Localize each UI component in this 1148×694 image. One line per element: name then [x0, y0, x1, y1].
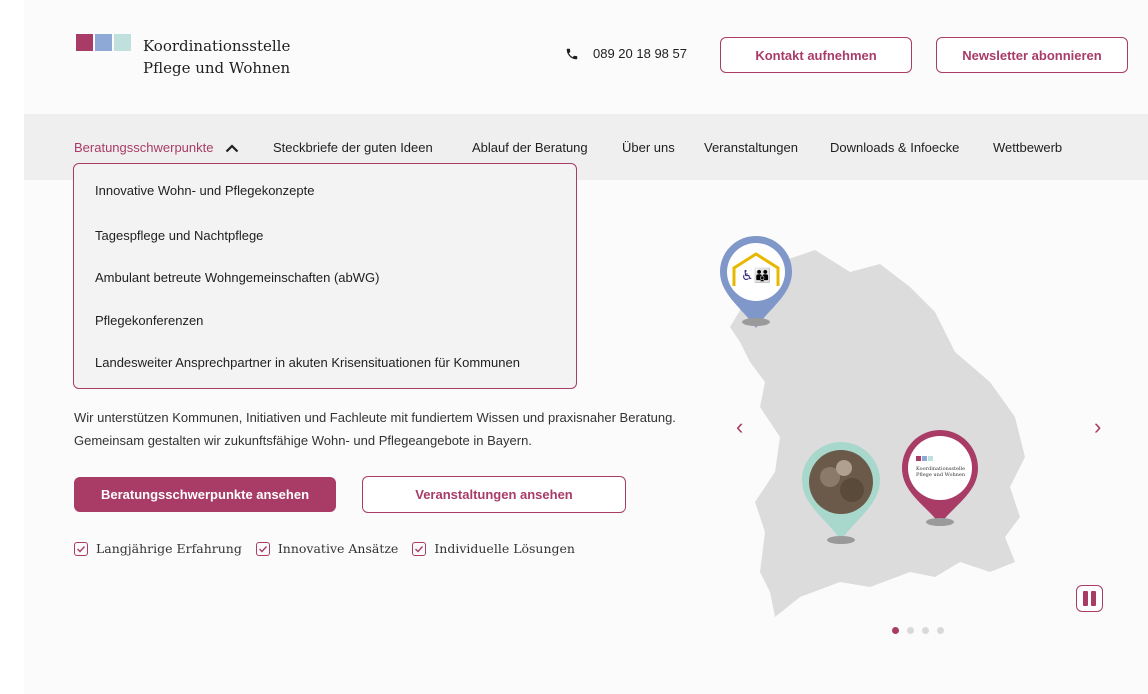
logo-line-1: Koordinationsstelle [143, 37, 291, 55]
carousel-pause-button[interactable] [1076, 585, 1103, 612]
phone-link[interactable]: 089 20 18 98 57 [565, 46, 687, 61]
feature-item: Individuelle Lösungen [412, 541, 575, 556]
pause-icon [1083, 591, 1088, 606]
beratungsschwerpunkte-button-label: Beratungsschwerpunkte ansehen [100, 487, 310, 502]
logo-square-blue [95, 34, 112, 51]
carousel-dots [892, 627, 952, 634]
carousel-dot-3[interactable] [922, 627, 929, 634]
nav-item-steckbriefe[interactable]: Steckbriefe der guten Ideen [273, 140, 433, 155]
dropdown-item-pflegekonferenzen[interactable]: Pflegekonferenzen [95, 313, 203, 328]
veranstaltungen-button-label: Veranstaltungen ansehen [415, 487, 573, 502]
feature-label: Individuelle Lösungen [434, 541, 575, 556]
beratungsschwerpunkte-button[interactable]: Beratungsschwerpunkte ansehen [74, 477, 336, 512]
bavaria-map: ♿👪 Koordinationsstelle Pflege und Wohnen [720, 236, 1025, 617]
nav-item-beratungsschwerpunkte[interactable]: Beratungsschwerpunkte [74, 140, 239, 155]
carousel-dot-4[interactable] [937, 627, 944, 634]
carousel-prev-button[interactable]: ‹ [736, 414, 743, 440]
dropdown-item-wohnkonzepte[interactable]: Innovative Wohn- und Pflegekonzepte [95, 183, 314, 198]
pin-logo-line-2: Pflege und Wohnen [916, 472, 966, 478]
nav-item-wettbewerb[interactable]: Wettbewerb [993, 140, 1062, 155]
carousel-dot-1[interactable] [892, 627, 899, 634]
contact-button[interactable]: Kontakt aufnehmen [720, 37, 912, 73]
feature-label: Innovative Ansätze [277, 541, 399, 556]
nav-item-ueber-uns[interactable]: Über uns [622, 140, 675, 155]
carousel-next-button[interactable]: › [1094, 414, 1101, 440]
logo-text[interactable]: Koordinationsstelle Pflege und Wohnen [143, 35, 290, 79]
phone-number: 089 20 18 98 57 [593, 46, 687, 61]
dropdown-item-krisensituationen[interactable]: Landesweiter Ansprechpartner in akuten K… [95, 355, 520, 370]
logo-square-mint [114, 34, 131, 51]
nav-item-ablauf[interactable]: Ablauf der Beratung [472, 140, 588, 155]
checkbox-icon [74, 541, 88, 556]
feature-item: Innovative Ansätze [255, 541, 399, 556]
dropdown-item-tagespflege[interactable]: Tagespflege und Nachtpflege [95, 228, 263, 243]
feature-label: Langjährige Erfahrung [96, 541, 242, 556]
phone-icon [566, 48, 578, 59]
newsletter-button[interactable]: Newsletter abonnieren [936, 37, 1128, 73]
feature-item: Langjährige Erfahrung [74, 541, 242, 556]
nav-item-label: Beratungsschwerpunkte [74, 140, 214, 155]
svg-text:♿👪: ♿👪 [741, 267, 771, 284]
logo-squares[interactable] [76, 34, 133, 51]
logo-square-magenta [76, 34, 93, 51]
feature-list: Langjährige Erfahrung Innovative Ansätze… [74, 541, 589, 556]
intro-text: Wir unterstützen Kommunen, Initiativen u… [74, 410, 676, 448]
newsletter-button-label: Newsletter abonnieren [962, 47, 1102, 63]
nav-item-veranstaltungen[interactable]: Veranstaltungen [704, 140, 798, 155]
contact-button-label: Kontakt aufnehmen [755, 47, 877, 63]
logo-line-2: Pflege und Wohnen [143, 59, 291, 77]
nav-item-downloads[interactable]: Downloads & Infoecke [830, 140, 959, 155]
chevron-up-icon [225, 144, 239, 153]
carousel-dot-2[interactable] [907, 627, 914, 634]
checkbox-icon [412, 541, 427, 556]
dropdown-item-abwg[interactable]: Ambulant betreute Wohngemeinschaften (ab… [95, 270, 379, 285]
beratungsschwerpunkte-dropdown: Innovative Wohn- und Pflegekonzepte Tage… [73, 163, 577, 389]
veranstaltungen-button[interactable]: Veranstaltungen ansehen [362, 476, 626, 513]
checkbox-icon [255, 541, 270, 556]
